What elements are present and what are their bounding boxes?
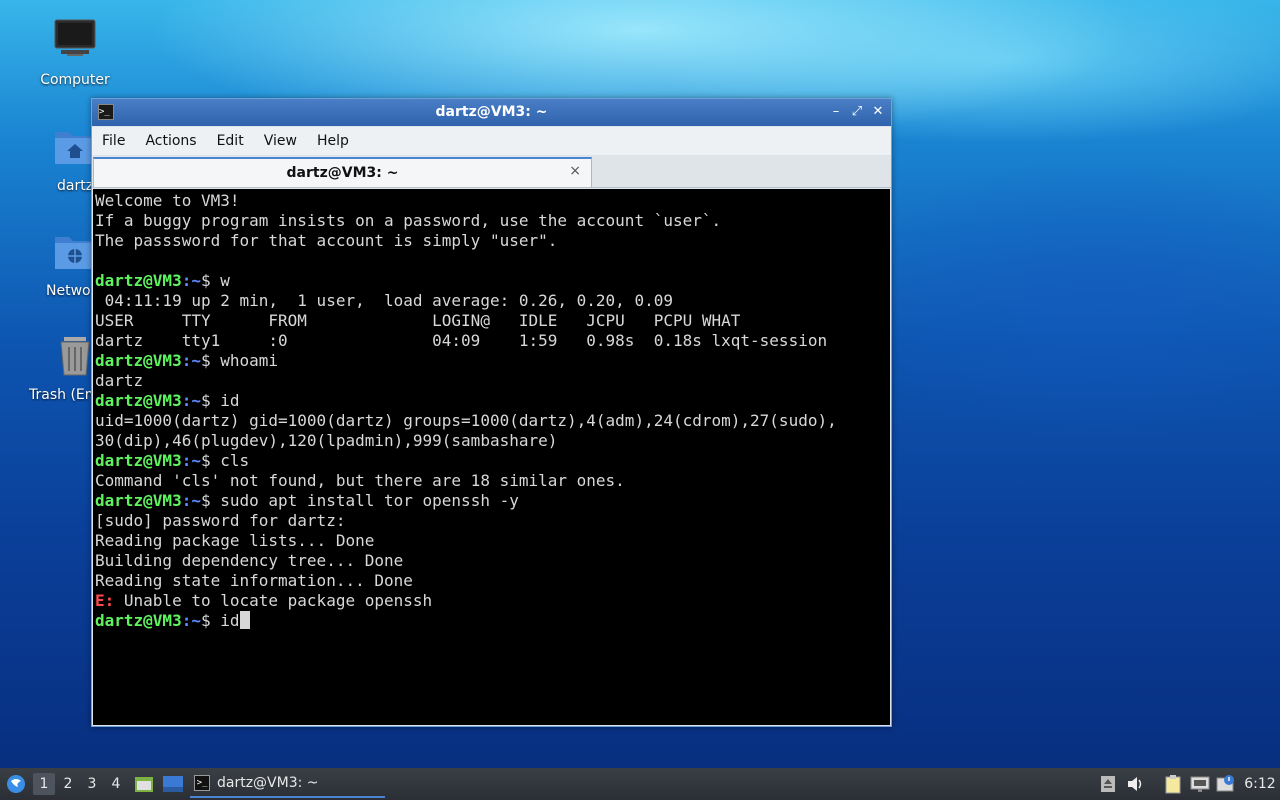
menu-edit[interactable]: Edit	[207, 127, 254, 149]
tray-clipboard-icon[interactable]	[1162, 768, 1184, 800]
taskbar-window-label: dartz@VM3: ~	[217, 775, 319, 791]
computer-icon	[54, 19, 96, 56]
main-menu-button[interactable]	[4, 768, 28, 800]
terminal-task-icon: >_	[194, 775, 210, 791]
menu-actions[interactable]: Actions	[135, 127, 206, 149]
terminal-line: If a buggy program insists on a password…	[95, 211, 722, 230]
command-text[interactable]: id	[220, 611, 239, 630]
terminal-line: dartz@VM3:~$ cls	[95, 451, 890, 471]
terminal-line: Building dependency tree... Done	[95, 551, 404, 570]
taskbar: 1 2 3 4 >_ dartz@VM3: ~ 6:12	[0, 768, 1280, 800]
menu-view[interactable]: View	[254, 127, 307, 149]
terminal-line: dartz@VM3:~$ whoami	[95, 351, 890, 371]
terminal-line: dartz@VM3:~$ id	[95, 391, 890, 411]
command-text: id	[220, 391, 240, 410]
terminal-window[interactable]: >_ dartz@VM3: ~ – ⤢ ✕ File Actions Edit Vie…	[91, 98, 892, 727]
prompt-user: dartz@VM3	[95, 491, 182, 510]
clock[interactable]: 6:12	[1240, 768, 1280, 800]
terminal-line: 04:11:19 up 2 min, 1 user, load average:…	[95, 291, 673, 310]
tray-network-icon[interactable]	[1189, 768, 1211, 800]
prompt-user: dartz@VM3	[95, 391, 182, 410]
terminal-line: E: Unable to locate package openssh	[95, 591, 890, 611]
prompt-symbol: $	[200, 391, 221, 410]
desktop: Computer dartz Netwo Trash (Em >_ dartz@	[0, 0, 1280, 768]
prompt-user: dartz@VM3	[95, 271, 182, 290]
command-text: sudo apt install tor openssh -y	[220, 491, 519, 510]
prompt-path: :~	[181, 611, 201, 630]
command-text: w	[220, 271, 230, 290]
prompt-user: dartz@VM3	[95, 451, 182, 470]
terminal-line: The passsword for that account is simply…	[95, 231, 558, 250]
terminal-line: Reading state information... Done	[95, 571, 413, 590]
terminal-line: dartz@VM3:~$ w	[95, 271, 890, 291]
prompt-symbol: $	[200, 271, 221, 290]
terminal-line: dartz@VM3:~$ sudo apt install tor openss…	[95, 491, 890, 511]
menu-help[interactable]: Help	[307, 127, 359, 149]
prompt-path: :~	[181, 271, 201, 290]
prompt-user: dartz@VM3	[95, 351, 182, 370]
terminal-line: [sudo] password for dartz:	[95, 511, 346, 530]
window-titlebar[interactable]: >_ dartz@VM3: ~ – ⤢ ✕	[92, 99, 891, 126]
text-cursor	[239, 611, 250, 629]
tray-volume-icon[interactable]	[1124, 768, 1146, 800]
minimize-button[interactable]: –	[827, 103, 845, 121]
error-label: E:	[95, 591, 115, 610]
taskbar-window-terminal[interactable]: >_ dartz@VM3: ~	[190, 771, 385, 798]
terminal-line: dartz@VM3:~$ id	[95, 611, 890, 631]
prompt-symbol: $	[200, 611, 221, 630]
prompt-path: :~	[181, 491, 201, 510]
menu-file[interactable]: File	[92, 127, 135, 149]
terminal-line: dartz tty1 :0 04:09 1:59 0.98s 0.18s lxq…	[95, 331, 828, 350]
desktop-icon-computer[interactable]: Computer	[20, 16, 130, 88]
tab-label: dartz@VM3: ~	[286, 165, 399, 181]
terminal-output[interactable]: Welcome to VM3! If a buggy program insist…	[93, 189, 890, 725]
prompt-symbol: $	[200, 491, 221, 510]
close-button[interactable]: ✕	[869, 103, 887, 121]
terminal-line: uid=1000(dartz) gid=1000(dartz) groups=1…	[95, 411, 837, 430]
terminal-line: Reading package lists... Done	[95, 531, 375, 550]
quicklaunch-show-desktop[interactable]	[160, 768, 186, 800]
show-desktop-icon	[163, 776, 183, 792]
maximize-button[interactable]: ⤢	[848, 103, 866, 121]
terminal-line: Welcome to VM3!	[95, 191, 240, 210]
lxqt-logo-icon	[7, 775, 25, 793]
command-text: whoami	[220, 351, 279, 370]
desktop-icon-label: Computer	[40, 72, 110, 88]
prompt-path: :~	[181, 451, 201, 470]
tray-notification-icon[interactable]	[1215, 768, 1237, 800]
window-title: dartz@VM3: ~	[435, 104, 548, 120]
desktop-switch-1[interactable]: 1	[33, 773, 55, 795]
terminal-line: Command 'cls' not found, but there are 1…	[95, 471, 625, 490]
terminal-line: USER TTY FROM LOGIN@ IDLE JCPU PCPU WHAT	[95, 311, 741, 330]
error-message: Unable to locate package openssh	[114, 591, 433, 610]
prompt-symbol: $	[200, 451, 221, 470]
command-text: cls	[220, 451, 250, 470]
prompt-user: dartz@VM3	[95, 611, 182, 630]
desktop-switch-3[interactable]: 3	[81, 768, 103, 800]
desktop-switch-4[interactable]: 4	[105, 768, 127, 800]
menu-bar: File Actions Edit View Help	[92, 127, 891, 155]
file-manager-icon	[135, 777, 153, 792]
terminal-line: dartz	[95, 371, 144, 390]
terminal-tab[interactable]: dartz@VM3: ~ ×	[93, 157, 592, 187]
prompt-symbol: $	[200, 351, 221, 370]
tray-update-icon[interactable]	[1098, 768, 1118, 800]
terminal-line: 30(dip),46(plugdev),120(lpadmin),999(sam…	[95, 431, 558, 450]
prompt-path: :~	[181, 351, 201, 370]
tab-close-icon[interactable]: ×	[569, 163, 581, 179]
quicklaunch-file-manager[interactable]	[133, 768, 155, 800]
tab-bar: dartz@VM3: ~ ×	[92, 156, 891, 188]
desktop-switch-2[interactable]: 2	[57, 768, 79, 800]
prompt-path: :~	[181, 391, 201, 410]
